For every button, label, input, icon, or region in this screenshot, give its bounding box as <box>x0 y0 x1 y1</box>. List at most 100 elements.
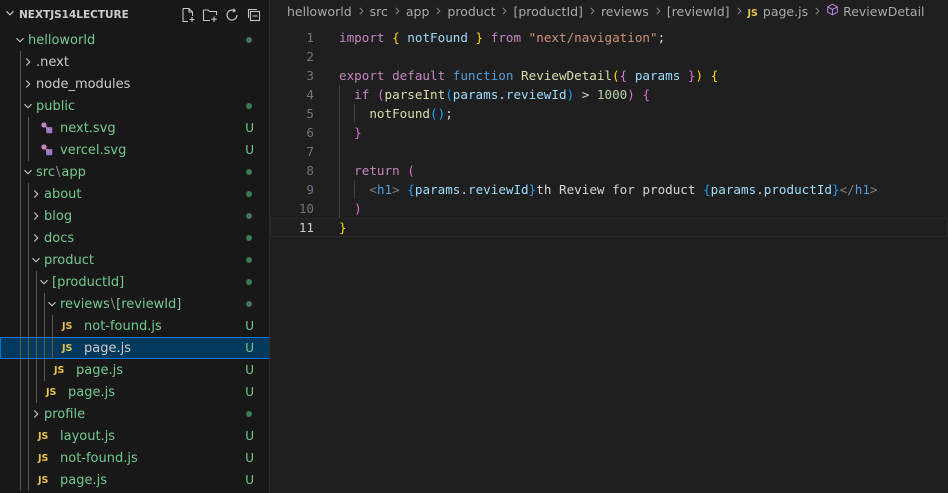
file-row[interactable]: vercel.svg U <box>0 139 269 161</box>
indent-guide <box>36 381 37 403</box>
file-row[interactable]: JS page.js U <box>0 359 269 381</box>
chevron-right-icon[interactable] <box>28 230 44 246</box>
git-status-dot <box>246 103 252 109</box>
code-line[interactable]: 2 <box>270 47 948 66</box>
file-row[interactable]: JS not-found.js U <box>0 315 269 337</box>
indent-guide <box>20 73 21 95</box>
folder-row[interactable]: .next <box>0 51 269 73</box>
code-token: } <box>687 68 696 83</box>
indent-guide <box>20 117 21 139</box>
file-tree: helloworld .next node_modules public next.sv… <box>0 29 269 491</box>
breadcrumb-item[interactable]: JS page.js <box>748 4 809 19</box>
file-row[interactable]: JS page.js U <box>0 337 269 359</box>
refresh-icon[interactable] <box>223 6 241 24</box>
code-line[interactable]: 1 import { notFound } from "next/navigati… <box>270 28 948 47</box>
code-token: th Review for product <box>536 182 704 197</box>
file-row[interactable]: JS not-found.js U <box>0 447 269 469</box>
code-token: } <box>475 30 484 45</box>
tree-item-label: src\app <box>36 165 86 180</box>
code-token: 1000 <box>596 87 628 102</box>
file-row[interactable]: JS page.js U <box>0 381 269 403</box>
chevron-right-icon[interactable] <box>28 208 44 224</box>
folder-row[interactable]: blog <box>0 205 269 227</box>
explorer-sidebar: NEXTJS14LECTURE helloworld .next node_modu… <box>0 0 270 493</box>
indent-guide <box>28 227 29 249</box>
folder-row[interactable]: public <box>0 95 269 117</box>
folder-row[interactable]: about <box>0 183 269 205</box>
code-token: import <box>339 30 385 45</box>
code-line[interactable]: 8 return ( <box>270 161 948 180</box>
code-line[interactable]: 5 notFound(); <box>270 104 948 123</box>
chevron-right-icon[interactable] <box>28 406 44 422</box>
code-line[interactable]: 11} <box>270 218 948 237</box>
new-file-icon[interactable] <box>179 6 197 24</box>
code-token: default <box>392 68 446 83</box>
tree-item-label-part: src <box>36 164 55 180</box>
breadcrumb-item[interactable]: src <box>370 4 388 19</box>
chevron-down-icon[interactable] <box>36 274 52 290</box>
code-line[interactable]: 7 <box>270 142 948 161</box>
chevron-down-icon[interactable] <box>3 5 17 24</box>
chevron-right-icon <box>587 6 597 16</box>
folder-row[interactable]: reviews\[reviewId] <box>0 293 269 315</box>
indent-guide <box>339 199 340 218</box>
indent-guide <box>36 337 37 359</box>
chevron-down-icon[interactable] <box>20 164 36 180</box>
folder-row[interactable]: product <box>0 249 269 271</box>
indent-guide <box>28 315 29 337</box>
file-row[interactable]: JS layout.js U <box>0 425 269 447</box>
breadcrumb-label: [productId] <box>513 3 583 19</box>
breadcrumb-item[interactable]: ReviewDetail <box>826 3 925 19</box>
breadcrumb-item[interactable]: reviews <box>601 4 649 19</box>
indent-guide <box>20 469 21 491</box>
code-token: ReviewDetail <box>521 68 613 83</box>
line-number: 7 <box>306 144 314 159</box>
chevron-right-icon[interactable] <box>20 76 36 92</box>
breadcrumb-item[interactable]: [productId] <box>513 4 582 19</box>
code-token: reviewId <box>467 182 529 197</box>
indent-guide <box>339 123 340 142</box>
file-row[interactable]: JS page.js U <box>0 469 269 491</box>
tree-item-label: [productId] <box>52 274 125 290</box>
code-token: notFound <box>407 30 468 45</box>
js-file-icon: JS <box>62 342 73 354</box>
folder-row[interactable]: docs <box>0 227 269 249</box>
collapse-all-icon[interactable] <box>245 6 263 24</box>
code-line[interactable]: 6 } <box>270 123 948 142</box>
indent-guide <box>354 104 356 123</box>
explorer-header[interactable]: NEXTJS14LECTURE <box>0 0 269 29</box>
code-line[interactable]: 4 if (parseInt(params.reviewId) > 1000) … <box>270 85 948 104</box>
tree-item-label: docs <box>44 230 75 246</box>
folder-row[interactable]: node_modules <box>0 73 269 95</box>
code-token: ) <box>354 201 362 216</box>
tree-item-label: .next <box>36 54 69 70</box>
chevron-right-icon[interactable] <box>28 186 44 202</box>
code-line[interactable]: 3 export default function ReviewDetail({ … <box>270 66 948 85</box>
indent-guide <box>36 293 37 315</box>
folder-row[interactable]: [productId] <box>0 271 269 293</box>
code-token: "next/navigation" <box>528 30 658 45</box>
new-folder-icon[interactable] <box>201 6 219 24</box>
tree-item-label: vercel.svg <box>60 142 127 158</box>
chevron-down-icon[interactable] <box>28 252 44 268</box>
chevron-right-icon[interactable] <box>20 54 36 70</box>
file-row[interactable]: next.svg U <box>0 117 269 139</box>
folder-row[interactable]: helloworld <box>0 29 269 51</box>
breadcrumb-item[interactable]: helloworld <box>287 4 352 19</box>
chevron-down-icon[interactable] <box>44 296 60 312</box>
breadcrumb-item[interactable]: app <box>406 4 430 19</box>
code-line[interactable]: 9 <h1> {params.reviewId}th Review for pr… <box>270 180 948 199</box>
js-file-icon: JS <box>46 386 57 398</box>
code-line[interactable]: 10 ) <box>270 199 948 218</box>
breadcrumb-item[interactable]: product <box>447 4 495 19</box>
editor-pane: helloworld src app product [productId] review… <box>270 0 948 493</box>
folder-row[interactable]: src\app <box>0 161 269 183</box>
breadcrumb-label: product <box>447 3 496 19</box>
code-view[interactable]: 1 import { notFound } from "next/navigati… <box>270 28 948 237</box>
tree-item-label: page.js <box>76 362 123 378</box>
breadcrumb-item[interactable]: [reviewId] <box>667 4 730 19</box>
chevron-down-icon[interactable] <box>12 32 28 48</box>
folder-row[interactable]: profile <box>0 403 269 425</box>
chevron-down-icon[interactable] <box>20 98 36 114</box>
